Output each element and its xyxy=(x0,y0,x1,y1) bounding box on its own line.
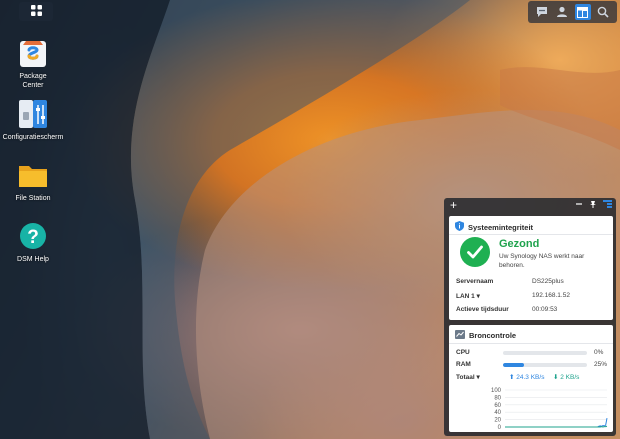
add-widget-icon[interactable]: + xyxy=(450,199,457,211)
cpu-label: CPU xyxy=(456,349,470,356)
monitor-chart-icon xyxy=(455,330,465,341)
info-row-servername: Servernaam DS225plus xyxy=(456,278,606,290)
health-message: Uw Synology NAS werkt naar behoren. xyxy=(499,253,585,269)
desktop-icon-label: Configuratiescherm xyxy=(2,134,64,141)
desktop-icon-dsm-help[interactable]: ? DSM Help xyxy=(0,220,69,264)
ram-bar-fill xyxy=(503,363,524,367)
ram-percent: 25% xyxy=(594,361,608,368)
chart-y-tick-label: 60 xyxy=(494,403,501,409)
chart-y-tick-label: 0 xyxy=(498,425,502,429)
ram-bar xyxy=(503,363,587,367)
chat-icon[interactable] xyxy=(534,4,550,20)
desktop-icon-label: Package Center xyxy=(19,73,47,89)
info-row-lan: LAN 1 ▾ 192.168.1.52 xyxy=(456,292,606,304)
minimize-icon[interactable] xyxy=(575,200,583,210)
chart-series-line xyxy=(505,425,608,428)
desktop-icon-label: DSM Help xyxy=(17,256,49,263)
cpu-bar xyxy=(503,351,587,355)
chart-y-tick-label: 20 xyxy=(494,418,501,424)
widget-title: Broncontrole xyxy=(455,330,516,341)
resource-title: Broncontrole xyxy=(469,331,517,340)
download-arrow-icon: ⬇ xyxy=(553,374,559,381)
svg-text:?: ? xyxy=(27,227,39,248)
widget-layout-icon[interactable] xyxy=(603,200,612,210)
network-dropdown[interactable]: Totaal ▾ xyxy=(456,373,480,381)
chart-y-tick-label: 40 xyxy=(494,410,501,416)
pin-icon[interactable] xyxy=(589,200,597,210)
help-icon: ? xyxy=(17,220,49,252)
download-value: 2 KB/s xyxy=(560,374,580,381)
shield-info-icon xyxy=(455,221,464,233)
main-menu-button[interactable] xyxy=(19,2,53,21)
system-health-widget: Systeemintegriteit Gezond Uw Synology NA… xyxy=(449,216,613,320)
control-panel-icon xyxy=(17,98,49,130)
info-value: 192.168.1.52 xyxy=(532,292,570,299)
desktop-icon-file-station[interactable]: File Station xyxy=(0,159,69,203)
check-circle-icon xyxy=(460,237,490,267)
network-chart-svg: 10080 6040 200 xyxy=(491,388,608,429)
download-rate: ⬇ 2 KB/s xyxy=(553,373,579,381)
ram-row: RAM 25% xyxy=(456,361,608,371)
info-value: 00:09:53 xyxy=(532,306,558,313)
search-icon[interactable] xyxy=(595,4,611,20)
cpu-percent: 0% xyxy=(594,349,604,356)
desktop-icon-control-panel[interactable]: Configuratiescherm xyxy=(0,98,69,142)
network-chart: 100 80 60 40 20 0 xyxy=(453,387,609,429)
info-value: DS225plus xyxy=(532,278,564,285)
upload-rate: ⬆ 24.3 KB/s xyxy=(509,373,544,381)
info-label: Servernaam xyxy=(456,278,494,285)
network-row: Totaal ▾ ⬆ 24.3 KB/s ⬇ 2 KB/s xyxy=(456,373,608,383)
health-title: Systeemintegriteit xyxy=(468,222,534,232)
divider xyxy=(449,343,613,344)
resource-monitor-widget: Broncontrole CPU 0% RAM 25% Totaal ▾ ⬆ 2… xyxy=(449,325,613,432)
lan-dropdown[interactable]: LAN 1 ▾ xyxy=(456,292,480,300)
desktop-icon-package-center[interactable]: Package Center xyxy=(0,37,69,90)
upload-arrow-icon: ⬆ xyxy=(509,374,515,381)
info-label: Actieve tijdsduur xyxy=(456,306,509,313)
widget-title: Systeemintegriteit xyxy=(455,221,533,233)
health-status: Gezond xyxy=(499,238,540,250)
cpu-row: CPU 0% xyxy=(456,349,608,359)
user-icon[interactable] xyxy=(554,4,570,20)
ram-label: RAM xyxy=(456,361,471,368)
package-center-icon xyxy=(17,37,49,69)
chart-y-tick-label: 100 xyxy=(491,388,502,394)
folder-icon xyxy=(17,159,49,191)
grid-icon xyxy=(30,5,42,18)
chart-y-tick-label: 80 xyxy=(494,395,501,401)
desktop-icon-label: File Station xyxy=(15,195,51,202)
widgets-icon[interactable] xyxy=(574,4,591,20)
info-row-uptime: Actieve tijdsduur 00:09:53 xyxy=(456,306,606,318)
upload-value: 24.3 KB/s xyxy=(516,374,545,381)
widget-toolbar: + xyxy=(444,198,616,214)
divider xyxy=(449,234,613,235)
system-tray xyxy=(528,1,617,23)
